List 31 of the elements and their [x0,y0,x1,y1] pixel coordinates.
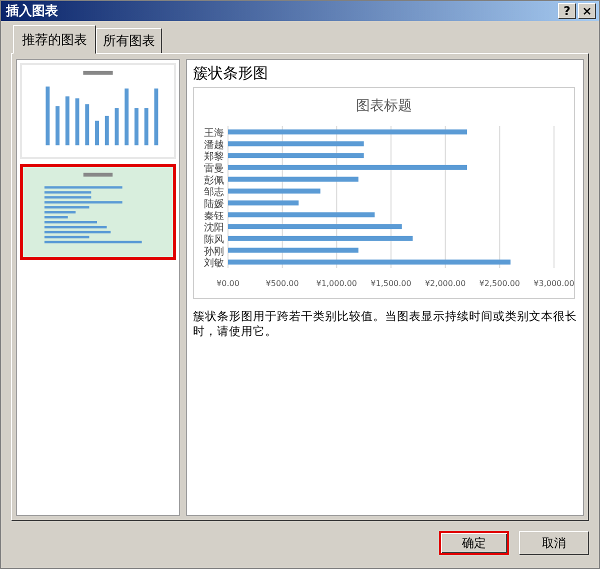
category-label: 邹志 [204,187,224,198]
ok-button[interactable]: 确定 [439,531,509,555]
category-label: 刘敏 [204,258,224,270]
bar [228,200,299,206]
chart-title: 图表标题 [356,98,412,114]
cancel-button[interactable]: 取消 [519,531,589,555]
window-title: 插入图表 [6,2,59,20]
chart-thumbnail[interactable] [20,164,176,260]
category-label: 秦钰 [204,210,224,222]
category-label: 陈风 [204,234,224,246]
axis-tick-label: ¥1,500.00 [370,279,412,288]
category-label: 孙刚 [204,246,224,258]
axis-tick-label: ¥3,000.00 [534,279,574,288]
tab[interactable]: 推荐的图表 [13,25,96,54]
chart-type-heading: 簇状条形图 [193,64,269,83]
chart-description: 簇状条形图用于跨若干类别比较值。当图表显示持续时间或类别文本很长时，请使用它。 [193,309,577,339]
axis-tick-label: ¥0.00 [216,279,240,288]
category-label: 雷曼 [204,163,224,174]
axis-tick-label: ¥500.00 [266,279,299,288]
tab[interactable]: 所有图表 [96,28,162,54]
category-label: 陆媛 [204,198,224,210]
category-label: 郑黎 [204,152,224,163]
category-label: 潘越 [204,140,224,151]
category-label: 彭佩 [204,175,224,186]
category-label: 沈阳 [204,222,224,234]
category-label: 王海 [204,128,224,139]
axis-tick-label: ¥2,500.00 [479,279,520,288]
close-button[interactable]: × [578,3,596,19]
help-button[interactable]: ? [558,3,576,19]
axis-tick-label: ¥2,000.00 [424,279,466,288]
axis-tick-label: ¥1,000.00 [316,279,358,288]
